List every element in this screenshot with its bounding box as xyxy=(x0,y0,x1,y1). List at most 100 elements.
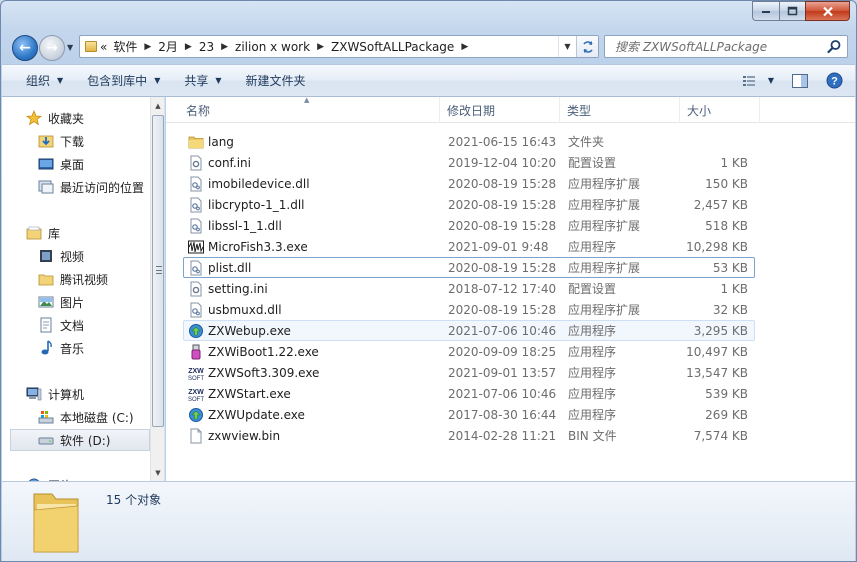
file-row[interactable]: setting.ini 2018-07-12 17:40 配置设置 1 KB xyxy=(183,278,755,299)
file-row[interactable]: ZXWebup.exe 2021-07-06 10:46 应用程序 3,295 KB xyxy=(183,320,755,341)
refresh-button[interactable] xyxy=(576,36,598,57)
chevron-right-icon[interactable]: ▶ xyxy=(457,42,472,52)
nav-label: 库 xyxy=(48,226,61,241)
minimize-button[interactable] xyxy=(752,1,779,21)
file-row[interactable]: zxwview.bin 2014-02-28 11:21 BIN 文件 7,574 K… xyxy=(183,425,755,446)
blank-file-icon xyxy=(188,428,204,444)
nav-favorites[interactable]: 收藏夹 xyxy=(26,107,164,129)
explorer-window: ← → ▼ « 软件 ▶ 2月 ▶ 23 ▶ zilion x work ▶ Z… xyxy=(0,0,857,562)
scroll-thumb[interactable] xyxy=(152,115,164,427)
help-icon: ? xyxy=(826,72,843,89)
file-type: 配置设置 xyxy=(568,156,617,170)
file-size: 539 KB xyxy=(705,386,748,401)
breadcrumb-segment[interactable]: 软件 xyxy=(110,36,140,57)
search-placeholder: 搜索 ZXWSoftALLPackage xyxy=(615,40,768,54)
file-row[interactable]: ZXW SOFT ZXWSoft3.309.exe 2021-09-01 13:57 应… xyxy=(183,362,755,383)
forward-button[interactable]: → xyxy=(39,35,65,61)
scroll-up-arrow-icon[interactable]: ▲ xyxy=(151,97,164,114)
dropdown-arrow-icon: ▼ xyxy=(57,76,64,85)
back-arrow-icon: ← xyxy=(19,40,31,56)
navigation-pane: 收藏夹 下载 桌面 最近访问的位置 库 视频 腾讯视频 图片 文档 音乐 计算机… xyxy=(2,97,165,481)
include-in-library-menu[interactable]: 包含到库中 ▼ xyxy=(75,65,172,96)
nav-videos[interactable]: 视频 xyxy=(38,245,164,267)
search-icon[interactable] xyxy=(827,39,842,54)
organize-menu[interactable]: 组织 ▼ xyxy=(2,65,75,96)
chevron-right-icon[interactable]: ▶ xyxy=(217,42,232,52)
file-row[interactable]: lang 2021-06-15 16:43 文件夹 xyxy=(183,131,755,152)
share-menu[interactable]: 共享 ▼ xyxy=(172,65,233,96)
nav-documents[interactable]: 文档 xyxy=(38,314,164,336)
file-name-cell: conf.ini xyxy=(184,155,442,171)
help-button[interactable]: ? xyxy=(818,65,855,96)
column-size[interactable]: 大小 xyxy=(680,97,760,123)
file-size: 2,457 KB xyxy=(693,197,748,212)
chevron-right-icon[interactable]: ▶ xyxy=(313,42,328,52)
chevron-right-icon[interactable]: ▶ xyxy=(140,42,155,52)
file-row[interactable]: MicroFish3.3.exe 2021-09-01 9:48 应用程序 10,29… xyxy=(183,236,755,257)
large-folder-icon xyxy=(33,493,79,553)
chevron-right-icon[interactable]: ▶ xyxy=(181,42,196,52)
new-folder-label: 新建文件夹 xyxy=(245,74,306,88)
nav-scrollbar[interactable]: ▲ ▼ xyxy=(150,97,164,481)
nav-desktop[interactable]: 桌面 xyxy=(38,153,164,175)
nav-libraries[interactable]: 库 xyxy=(26,222,164,244)
nav-label: 计算机 xyxy=(48,387,85,402)
nav-pictures[interactable]: 图片 xyxy=(38,291,164,313)
back-button[interactable]: ← xyxy=(12,35,38,61)
column-type[interactable]: 类型 xyxy=(560,97,680,123)
address-overflow[interactable]: « xyxy=(97,36,110,57)
breadcrumb-segment[interactable]: 2月 xyxy=(155,36,181,57)
file-size: 518 KB xyxy=(705,218,748,233)
nav-software-d[interactable]: 软件 (D:) xyxy=(10,429,150,451)
breadcrumb-segment[interactable]: zilion x work xyxy=(232,36,313,57)
nav-tencent-video[interactable]: 腾讯视频 xyxy=(38,268,164,290)
nav-network[interactable]: 网络 xyxy=(26,474,164,481)
breadcrumb-segment[interactable]: ZXWSoftALLPackage xyxy=(328,36,457,57)
address-history-dropdown[interactable]: ▼ xyxy=(558,36,576,57)
file-name: libssl-1_1.dll xyxy=(208,218,282,233)
video-library-icon xyxy=(38,248,54,264)
close-button[interactable] xyxy=(805,1,850,21)
file-row[interactable]: plist.dll 2020-08-19 15:28 应用程序扩展 53 KB xyxy=(183,257,755,278)
file-row[interactable]: ZXWUpdate.exe 2017-08-30 16:44 应用程序 269 KB xyxy=(183,404,755,425)
file-size: 150 KB xyxy=(705,176,748,191)
column-name[interactable]: 名称 ▲ xyxy=(166,96,440,123)
column-date-label: 修改日期 xyxy=(447,103,496,118)
column-date-modified[interactable]: 修改日期 xyxy=(440,97,560,123)
file-name-cell: ZXW SOFT ZXWSoft3.309.exe xyxy=(184,365,442,381)
breadcrumb-segment[interactable]: 23 xyxy=(196,36,217,57)
view-options-button[interactable]: ▼ xyxy=(734,65,782,96)
column-name-label: 名称 xyxy=(186,103,211,118)
nav-local-disk-c[interactable]: 本地磁盘 (C:) xyxy=(38,406,164,428)
nav-computer[interactable]: 计算机 xyxy=(26,383,164,405)
recent-pages-dropdown[interactable]: ▼ xyxy=(67,43,73,52)
address-bar[interactable]: « 软件 ▶ 2月 ▶ 23 ▶ zilion x work ▶ ZXWSoft… xyxy=(79,35,599,58)
file-row[interactable]: ZXW SOFT ZXWStart.exe 2021-07-06 10:46 应用程序 5… xyxy=(183,383,755,404)
file-name-cell: lang xyxy=(184,134,442,150)
file-row[interactable]: imobiledevice.dll 2020-08-19 15:28 应用程序扩展 1… xyxy=(183,173,755,194)
file-type: BIN 文件 xyxy=(568,429,617,443)
search-input[interactable]: 搜索 ZXWSoftALLPackage xyxy=(604,35,848,58)
nav-recent-places[interactable]: 最近访问的位置 xyxy=(38,176,164,198)
zxw-logo-icon: ZXW SOFT xyxy=(188,365,204,381)
file-row[interactable]: usbmuxd.dll 2020-08-19 15:28 应用程序扩展 32 KB xyxy=(183,299,755,320)
dll-file-icon xyxy=(188,197,204,213)
preview-pane-button[interactable] xyxy=(782,65,818,96)
file-type: 应用程序 xyxy=(568,366,617,380)
scroll-down-arrow-icon[interactable]: ▼ xyxy=(151,464,164,481)
file-row[interactable]: conf.ini 2019-12-04 10:20 配置设置 1 KB xyxy=(183,152,755,173)
library-icon xyxy=(26,225,42,241)
file-row[interactable]: ZXWiBoot1.22.exe 2020-09-09 18:25 应用程序 10,4… xyxy=(183,341,755,362)
nav-downloads[interactable]: 下载 xyxy=(38,130,164,152)
caption-buttons xyxy=(752,1,850,21)
nav-music[interactable]: 音乐 xyxy=(38,337,164,359)
file-row[interactable]: libssl-1_1.dll 2020-08-19 15:28 应用程序扩展 518 … xyxy=(183,215,755,236)
file-size: 3,295 KB xyxy=(693,323,748,338)
file-date: 2020-09-09 18:25 xyxy=(448,344,557,359)
file-date: 2019-12-04 10:20 xyxy=(448,155,557,170)
new-folder-button[interactable]: 新建文件夹 xyxy=(234,65,318,96)
file-name-cell: imobiledevice.dll xyxy=(184,176,442,192)
file-name-cell: plist.dll xyxy=(184,260,442,276)
file-row[interactable]: libcrypto-1_1.dll 2020-08-19 15:28 应用程序扩展 2… xyxy=(183,194,755,215)
maximize-button[interactable] xyxy=(779,1,805,21)
